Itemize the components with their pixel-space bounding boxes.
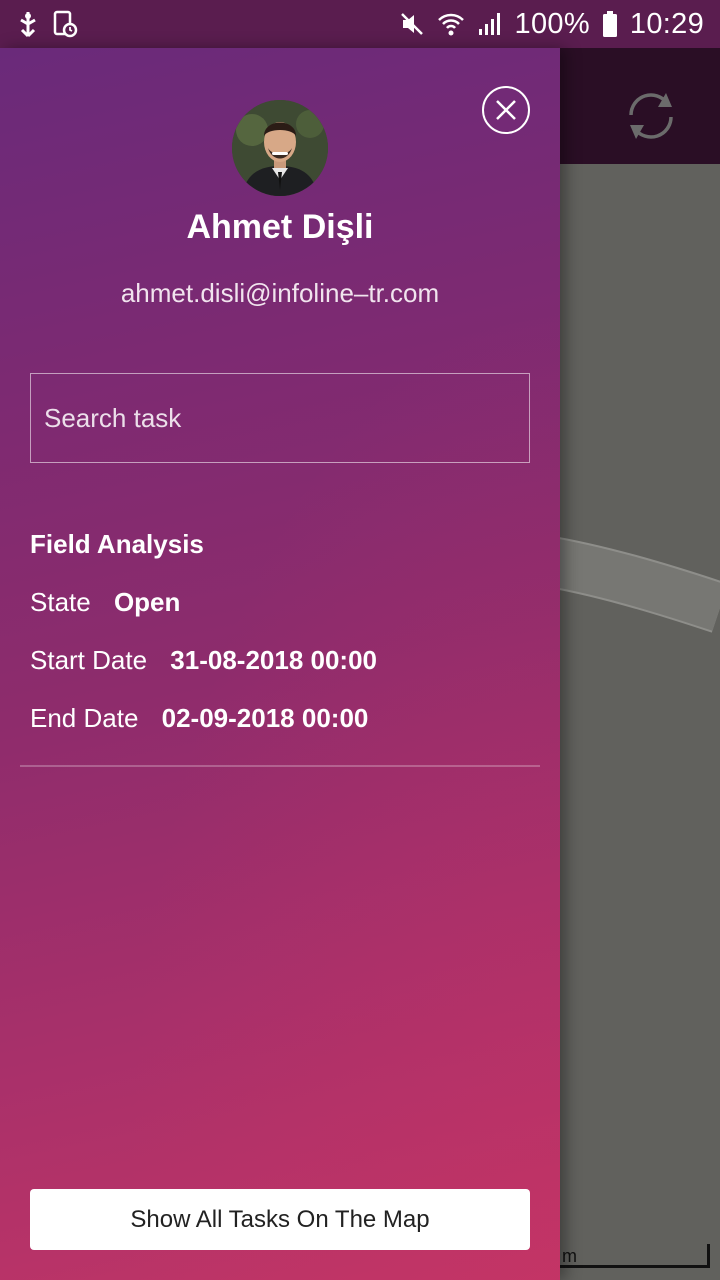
avatar <box>232 100 328 196</box>
task-state-value: Open <box>113 587 181 617</box>
task-start-date-row: Start Date 31-08-2018 00:00 <box>30 642 540 678</box>
map-scale-bar: m <box>560 1244 710 1268</box>
task-divider <box>20 765 540 767</box>
signal-icon <box>477 11 503 37</box>
close-icon <box>496 100 516 120</box>
task-start-date-label: Start Date <box>30 645 148 675</box>
wifi-icon <box>437 11 465 37</box>
refresh-button[interactable] <box>618 86 684 146</box>
navigation-drawer: Ahmet Dişli ahmet.disli@infoline–tr.com … <box>0 48 560 1280</box>
task-end-date-label: End Date <box>30 703 139 733</box>
status-bar: 100% 10:29 <box>0 0 720 48</box>
usb-debug-icon <box>16 10 40 38</box>
user-email: ahmet.disli@infoline–tr.com <box>120 278 440 308</box>
close-drawer-button[interactable] <box>482 86 530 134</box>
task-state-row: State Open <box>30 584 540 620</box>
mute-icon <box>399 11 425 37</box>
task-start-date-value: 31-08-2018 00:00 <box>170 645 378 675</box>
battery-icon <box>602 10 618 38</box>
task-title: Field Analysis <box>30 529 204 559</box>
task-state-label: State <box>30 587 91 617</box>
screen-timer-icon <box>52 10 78 38</box>
search-task-input[interactable] <box>30 373 530 463</box>
task-end-date-value: 02-09-2018 00:00 <box>161 703 369 733</box>
task-end-date-row: End Date 02-09-2018 00:00 <box>30 700 540 736</box>
clock: 10:29 <box>629 7 704 40</box>
task-item[interactable]: Field Analysis State Open Start Date 31-… <box>30 526 540 736</box>
user-name: Ahmet Dişli <box>186 208 374 246</box>
refresh-icon <box>629 93 673 139</box>
show-all-tasks-button[interactable]: Show All Tasks On The Map <box>30 1189 530 1250</box>
battery-percent: 100% <box>514 7 590 40</box>
